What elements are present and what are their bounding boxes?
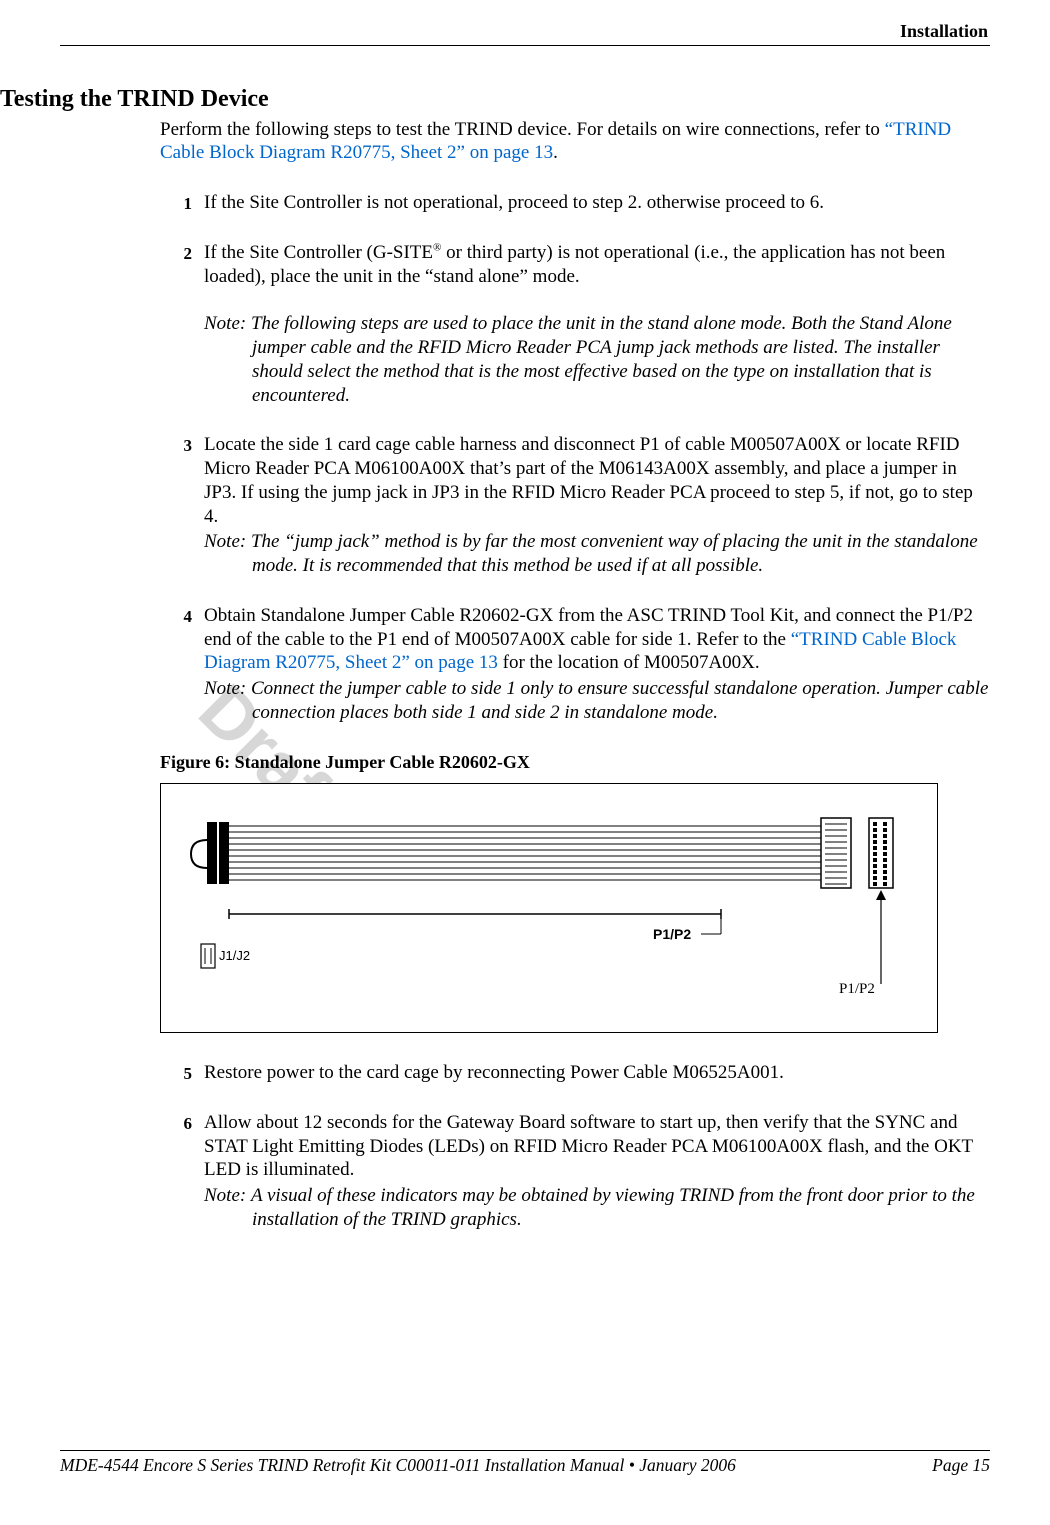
step-4-text: Obtain Standalone Jumper Cable R20602-GX…	[204, 604, 990, 675]
step-1-num: 1	[160, 191, 204, 215]
step-6: 6 Allow about 12 seconds for the Gateway…	[160, 1111, 990, 1232]
step-1: 1 If the Site Controller is not operatio…	[160, 191, 990, 215]
step-4-note-text: Connect the jumper cable to side 1 only …	[251, 678, 989, 723]
intro-pre: Perform the following steps to test the …	[160, 119, 885, 140]
step-4-note: Note: Connect the jumper cable to side 1…	[204, 677, 990, 725]
step-5-body: Restore power to the card cage by reconn…	[204, 1061, 990, 1085]
step-4-num: 4	[160, 604, 204, 725]
figure-label-j1j2: J1/J2	[219, 948, 250, 964]
figure-caption: Figure 6: Standalone Jumper Cable R20602…	[160, 751, 990, 774]
note-label: Note:	[204, 1185, 246, 1206]
header-section: Installation	[60, 20, 990, 45]
header-rule	[60, 45, 990, 46]
step-6-note: Note: A visual of these indicators may b…	[204, 1184, 990, 1232]
step-2: 2 If the Site Controller (G-SITE® or thi…	[160, 241, 990, 408]
step-3-note-text: The “jump jack” method is by far the mos…	[251, 531, 978, 576]
figure-box: P1/P2 J1/J2 P1/P2	[160, 783, 938, 1033]
step-1-body: If the Site Controller is not operationa…	[204, 191, 990, 215]
step-3-note: Note: The “jump jack” method is by far t…	[204, 530, 990, 578]
step-3-num: 3	[160, 433, 204, 578]
step-2-note-text: The following steps are used to place th…	[251, 313, 952, 405]
step-6-num: 6	[160, 1111, 204, 1232]
step-5: 5 Restore power to the card cage by reco…	[160, 1061, 990, 1085]
step-4: 4 Obtain Standalone Jumper Cable R20602-…	[160, 604, 990, 725]
note-label: Note:	[204, 531, 246, 552]
intro-post: .	[553, 142, 558, 163]
figure-label-p1p2-inside: P1/P2	[653, 926, 691, 944]
step-3-text: Locate the side 1 card cage cable harnes…	[204, 433, 990, 528]
step-6-note-text: A visual of these indicators may be obta…	[251, 1185, 975, 1230]
footer-doc: MDE-4544 Encore S Series TRIND Retrofit …	[60, 1455, 736, 1477]
step-6-text: Allow about 12 seconds for the Gateway B…	[204, 1111, 990, 1182]
step-2-text-pre: If the Site Controller (G-SITE	[204, 242, 433, 263]
step-3: 3 Locate the side 1 card cage cable harn…	[160, 433, 990, 578]
footer-rule	[60, 1450, 990, 1451]
step-2-num: 2	[160, 241, 204, 408]
figure-annotation-p1p2: P1/P2	[839, 980, 875, 999]
step-4-text-post: for the location of M00507A00X.	[498, 652, 760, 673]
note-label: Note:	[204, 313, 246, 334]
section-title: Testing the TRIND Device	[0, 84, 990, 114]
footer-page: Page 15	[932, 1455, 990, 1477]
step-2-text: If the Site Controller (G-SITE® or third…	[204, 241, 990, 289]
step-5-num: 5	[160, 1061, 204, 1085]
note-label: Note:	[204, 678, 246, 699]
step-2-note: Note: The following steps are used to pl…	[204, 312, 990, 407]
intro-paragraph: Perform the following steps to test the …	[160, 118, 990, 166]
cable-diagram-svg	[161, 784, 937, 1032]
